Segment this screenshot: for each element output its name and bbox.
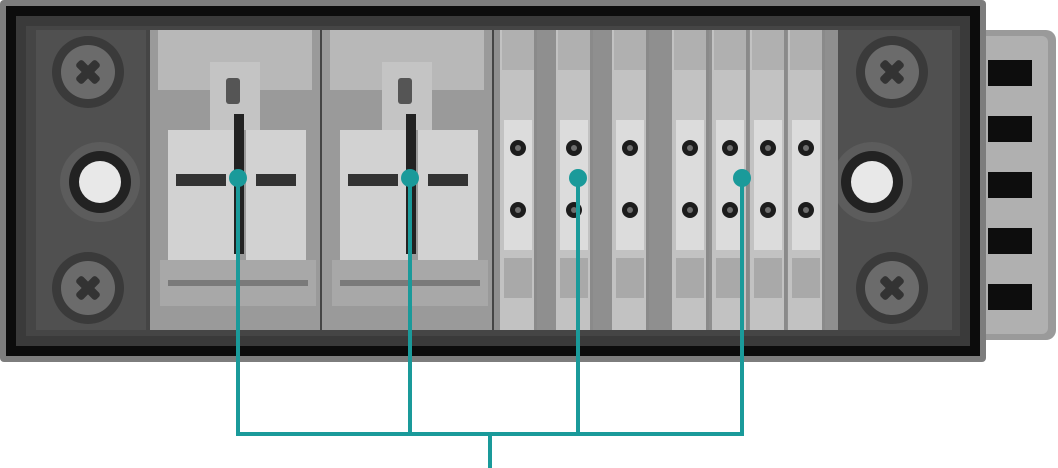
heatsink-fin [988, 284, 1032, 310]
heatsink-fin [988, 172, 1032, 198]
callout-marker [569, 169, 587, 187]
left-end-cap [36, 30, 146, 330]
right-end-cap [832, 30, 952, 330]
signal-terminal [612, 30, 649, 330]
cross-head-screw-icon [52, 36, 124, 108]
heatsink-fin [988, 228, 1032, 254]
mounting-hole-icon [832, 142, 912, 222]
signal-terminal [672, 30, 709, 330]
cross-head-screw-icon [856, 36, 928, 108]
terminal-block-diagram [0, 0, 1056, 468]
heatsink-fin [988, 116, 1032, 142]
callout-marker [401, 169, 419, 187]
cross-head-screw-icon [856, 252, 928, 324]
signal-terminal [788, 30, 825, 330]
callout-marker [733, 169, 751, 187]
callout-marker [229, 169, 247, 187]
signal-terminal-strip [494, 30, 838, 330]
cross-head-screw-icon [52, 252, 124, 324]
mounting-hole-icon [60, 142, 140, 222]
signal-terminal [750, 30, 787, 330]
signal-terminal [500, 30, 537, 330]
heatsink-fin [988, 60, 1032, 86]
